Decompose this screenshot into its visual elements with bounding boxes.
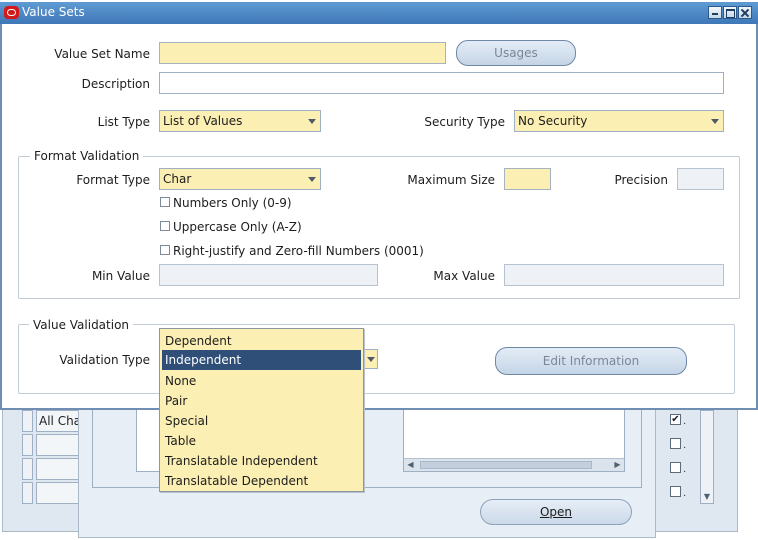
precision-field[interactable]: [677, 168, 724, 190]
option-independent[interactable]: Independent: [162, 350, 361, 370]
maximum-size-label: Maximum Size: [407, 173, 495, 187]
list-type-select[interactable]: List of Values: [159, 110, 321, 132]
list-type-label: List Type: [97, 115, 150, 129]
uppercase-only-checkbox[interactable]: [160, 221, 170, 231]
title-bar[interactable]: Value Sets: [0, 2, 758, 24]
chevron-down-icon[interactable]: [305, 112, 319, 130]
dot-separator: .: [683, 416, 687, 427]
option-pair[interactable]: Pair: [162, 391, 361, 411]
open-button-label: Open: [539, 505, 573, 519]
value-set-name-field[interactable]: [159, 42, 446, 64]
precision-label: Precision: [614, 173, 668, 187]
vertical-scrollbar[interactable]: ▼: [700, 410, 714, 504]
uppercase-only-label[interactable]: Uppercase Only (A-Z): [173, 220, 302, 234]
dot-separator: .: [683, 464, 687, 475]
edit-information-button-label: Edit Information: [542, 354, 640, 368]
format-validation-title: Format Validation: [30, 149, 144, 163]
option-translatable-dependent[interactable]: Translatable Dependent: [162, 471, 361, 491]
validation-type-label: Validation Type: [59, 353, 150, 367]
list-type-value: List of Values: [163, 114, 243, 128]
scroll-left-icon[interactable]: ◀: [404, 459, 417, 471]
security-type-select[interactable]: No Security: [514, 110, 724, 132]
option-none[interactable]: None: [162, 371, 361, 391]
row-indicator[interactable]: [22, 482, 33, 504]
format-type-label: Format Type: [76, 173, 150, 187]
right-justify-checkbox[interactable]: [160, 245, 170, 255]
enabled-checkbox[interactable]: [670, 462, 681, 473]
dot-separator: .: [683, 488, 687, 499]
background-cell[interactable]: [36, 434, 80, 456]
numbers-only-label[interactable]: Numbers Only (0-9): [173, 196, 292, 210]
security-type-label: Security Type: [424, 115, 505, 129]
minimize-icon[interactable]: [708, 6, 722, 19]
chevron-down-icon[interactable]: [708, 112, 722, 130]
min-value-field[interactable]: [159, 264, 378, 286]
horizontal-scrollbar[interactable]: ◀ ▶: [404, 458, 624, 471]
oracle-logo-icon: [4, 6, 19, 19]
enabled-checkbox[interactable]: [670, 438, 681, 449]
option-special[interactable]: Special: [162, 411, 361, 431]
chevron-down-icon[interactable]: [305, 170, 319, 188]
background-cell[interactable]: [36, 458, 80, 480]
row-indicator[interactable]: [22, 410, 33, 432]
row-indicator[interactable]: [22, 458, 33, 480]
row-indicator[interactable]: [22, 434, 33, 456]
max-value-label: Max Value: [433, 269, 495, 283]
option-table[interactable]: Table: [162, 431, 361, 451]
option-dependent[interactable]: Dependent: [162, 331, 361, 351]
enabled-checkbox[interactable]: ✔: [670, 414, 681, 425]
description-field[interactable]: [159, 72, 724, 94]
value-validation-title: Value Validation: [29, 318, 134, 332]
usages-button-label: Usages: [494, 46, 538, 60]
value-set-name-label: Value Set Name: [54, 47, 150, 61]
usages-button[interactable]: Usages: [456, 40, 576, 66]
max-value-field[interactable]: [504, 264, 724, 286]
description-label: Description: [81, 77, 150, 91]
maximum-size-field[interactable]: [504, 168, 551, 190]
validation-type-dropdown-button[interactable]: [364, 349, 378, 369]
background-cell[interactable]: All Cha: [36, 410, 80, 432]
right-justify-label[interactable]: Right-justify and Zero-fill Numbers (000…: [173, 244, 424, 258]
scroll-right-icon[interactable]: ▶: [611, 459, 624, 471]
maximize-icon[interactable]: [723, 6, 737, 19]
validation-type-options[interactable]: Dependent Independent None Pair Special …: [159, 328, 364, 492]
option-translatable-independent[interactable]: Translatable Independent: [162, 451, 361, 471]
window-title: Value Sets: [22, 5, 85, 19]
background-cell[interactable]: [36, 482, 80, 504]
security-type-value: No Security: [518, 114, 588, 128]
scroll-down-icon[interactable]: ▼: [701, 492, 713, 501]
edit-information-button[interactable]: Edit Information: [495, 347, 687, 375]
enabled-checkbox[interactable]: [670, 486, 681, 497]
dot-separator: .: [683, 440, 687, 451]
format-type-select[interactable]: Char: [159, 168, 321, 190]
numbers-only-checkbox[interactable]: [160, 197, 170, 207]
scroll-thumb[interactable]: [420, 461, 592, 469]
open-button[interactable]: Open: [480, 499, 632, 525]
format-type-value: Char: [163, 172, 192, 186]
min-value-label: Min Value: [91, 269, 150, 283]
close-icon[interactable]: [738, 6, 752, 19]
